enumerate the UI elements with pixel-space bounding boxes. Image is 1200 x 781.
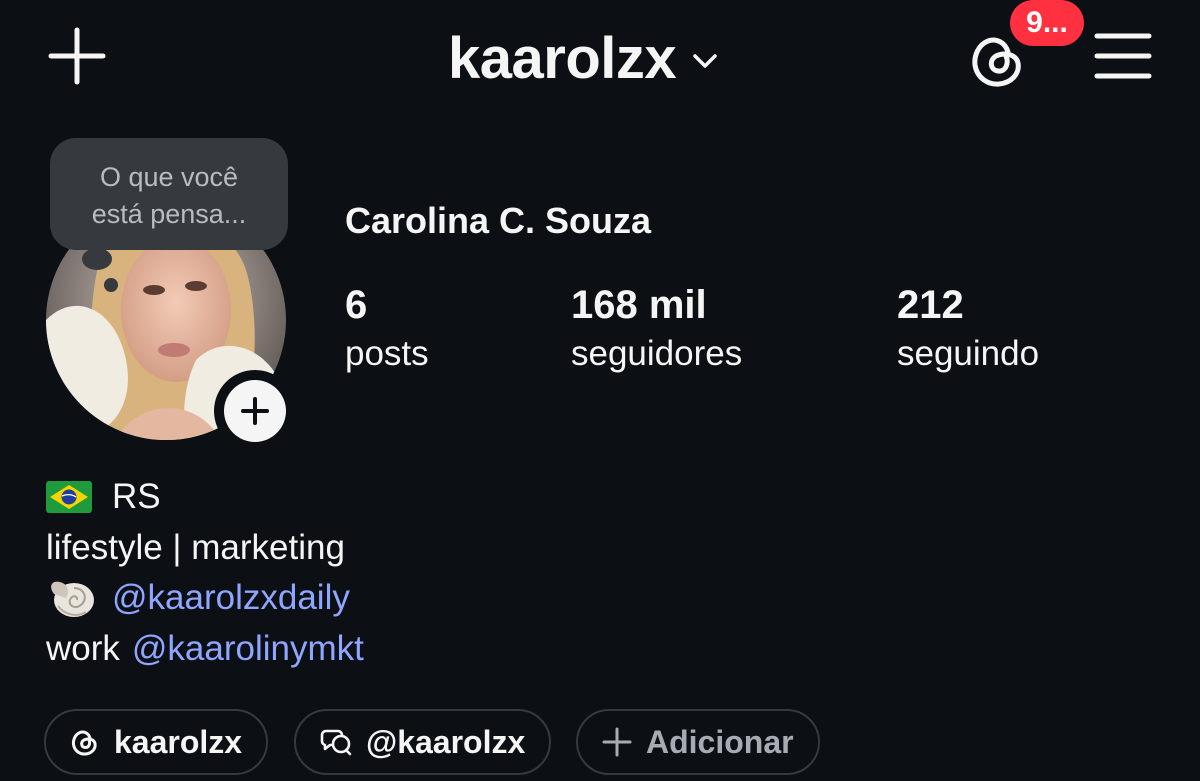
stat-label: seguindo xyxy=(897,334,1040,373)
stat-value: 168 mil xyxy=(571,283,707,327)
create-post-button[interactable] xyxy=(48,27,106,85)
chevron-down-icon xyxy=(693,54,717,68)
bio-work-prefix: work xyxy=(46,628,120,668)
hamburger-menu-icon xyxy=(1094,33,1152,79)
notification-badge: 9... xyxy=(1010,0,1084,46)
threads-profile-chip[interactable]: kaarolzx xyxy=(44,709,269,775)
messenger-chip[interactable]: @kaarolzx xyxy=(294,709,552,775)
chip-label: kaarolzx xyxy=(114,723,243,760)
plus-icon xyxy=(48,27,106,85)
username-title: kaarolzx xyxy=(448,26,677,91)
note-placeholder: O que você está pensa... xyxy=(91,162,247,229)
threads-icon xyxy=(71,730,97,756)
plus-icon xyxy=(602,727,632,757)
mention-link-daily[interactable]: @kaarolzxdaily xyxy=(112,573,350,624)
add-story-circle xyxy=(224,380,286,442)
add-story-button[interactable] xyxy=(214,370,296,452)
stat-value: 6 xyxy=(345,283,368,327)
spiral-shell-icon xyxy=(51,581,94,618)
stat-label: seguidores xyxy=(571,334,743,373)
stat-following[interactable]: 212 seguindo xyxy=(897,282,1039,380)
stat-posts[interactable]: 6 posts xyxy=(345,282,429,380)
note-bubble-dot xyxy=(104,278,118,292)
note-bubble-tail xyxy=(82,248,112,270)
menu-button[interactable] xyxy=(1094,30,1152,82)
chip-label: Adicionar xyxy=(646,723,794,760)
bio-location-text: RS xyxy=(112,477,161,516)
profile-screen: kaarolzx 9... O que você está pensa... C… xyxy=(0,0,1200,781)
stat-value: 212 xyxy=(897,283,964,327)
chip-label: @kaarolzx xyxy=(366,723,526,760)
mention-link-work[interactable]: @kaarolinymkt xyxy=(132,624,364,675)
bio-line-location: RS xyxy=(46,472,364,523)
profile-full-name: Carolina C. Souza xyxy=(345,200,652,241)
stat-label: posts xyxy=(345,334,429,373)
account-switcher[interactable]: kaarolzx xyxy=(448,24,720,94)
bio-line-daily: @kaarolzxdaily xyxy=(46,573,364,624)
bio-line-niche: lifestyle | marketing xyxy=(46,523,364,574)
plus-icon xyxy=(241,397,269,425)
stat-followers[interactable]: 168 mil seguidores xyxy=(571,282,742,380)
profile-bio: RS lifestyle | marketing @kaarolzxdaily … xyxy=(46,472,364,674)
bio-line-work: work @kaarolinymkt xyxy=(46,624,364,675)
messenger-chat-icon xyxy=(320,729,352,756)
note-bubble[interactable]: O que você está pensa... xyxy=(50,138,288,250)
add-link-chip[interactable]: Adicionar xyxy=(576,709,820,775)
brazil-flag-icon xyxy=(46,481,92,514)
bio-niche-text: lifestyle | marketing xyxy=(46,527,345,567)
